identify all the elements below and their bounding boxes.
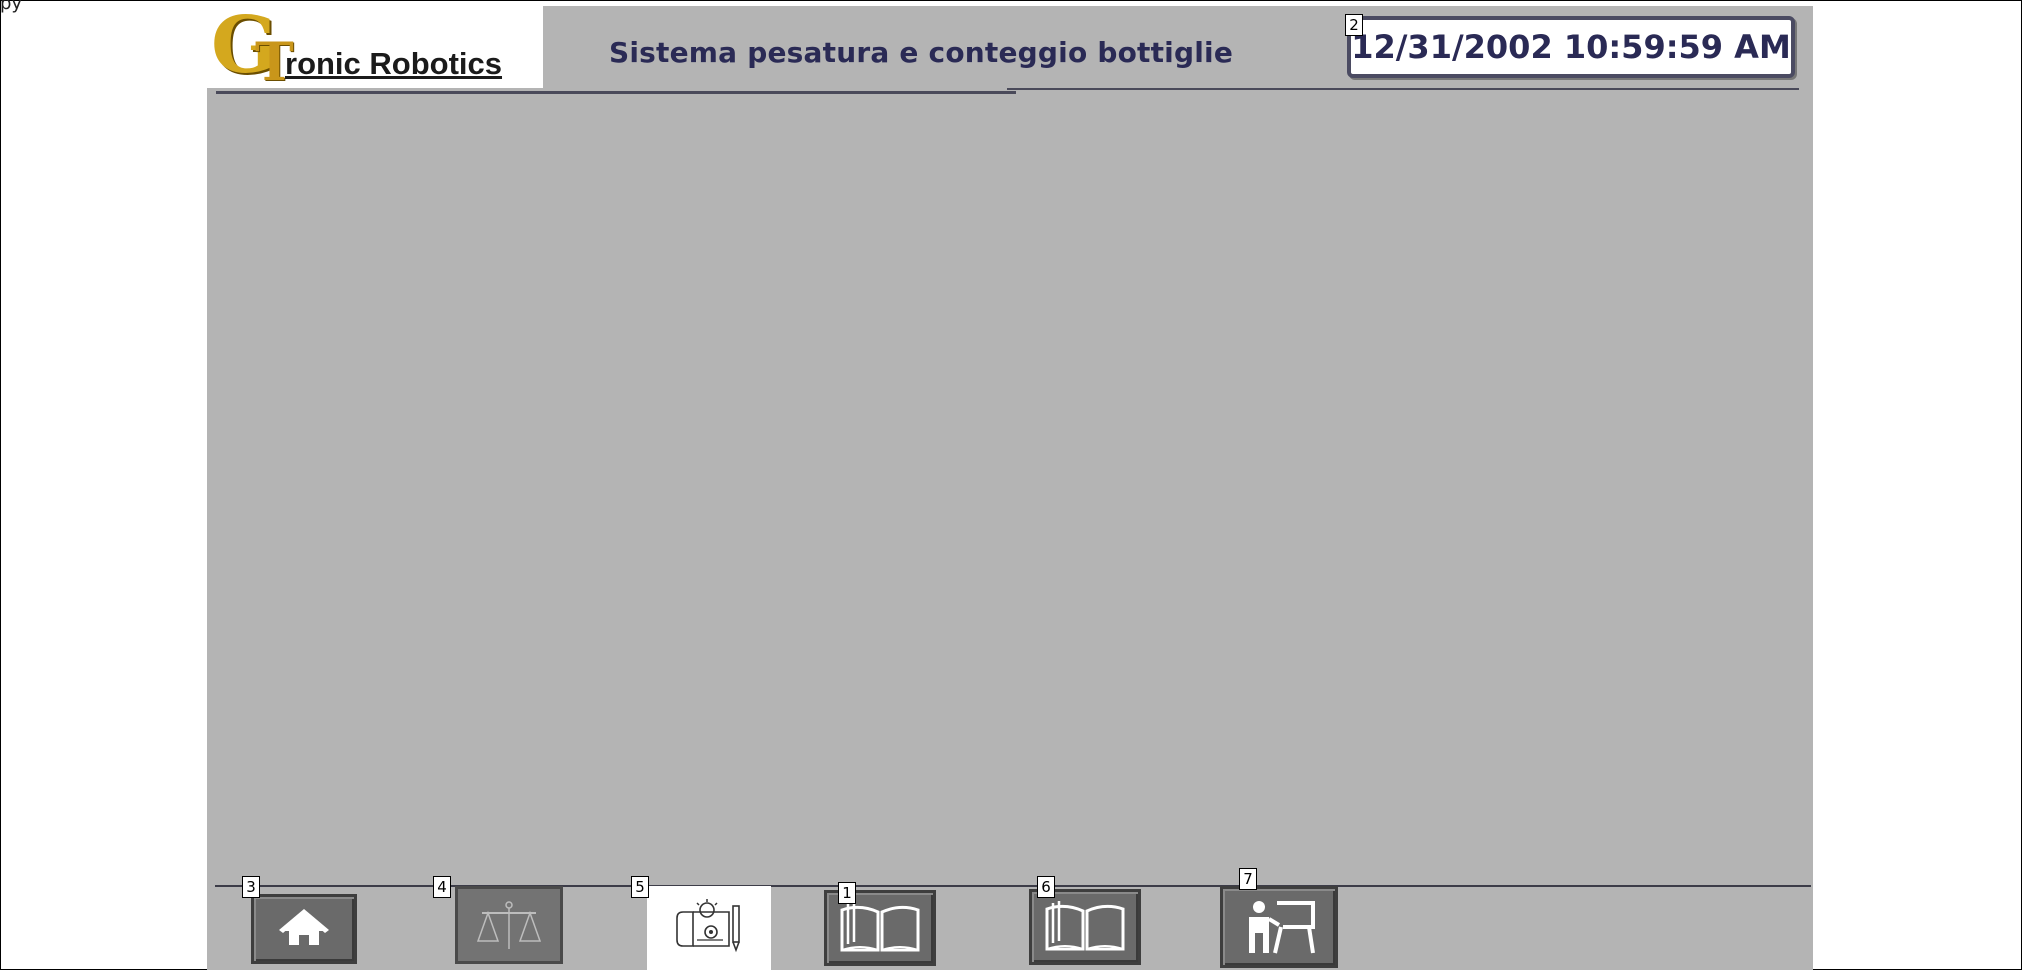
home-icon [279, 909, 329, 945]
home-button[interactable] [251, 894, 357, 964]
scale-icon [476, 901, 542, 949]
home-badge: 3 [242, 876, 260, 898]
book-button-6[interactable] [1029, 889, 1141, 965]
hmi-screen: G T ronic Robotics Sistema pesatura e co… [207, 6, 1813, 970]
company-logo: G T ronic Robotics [207, 6, 543, 93]
book-badge-6: 6 [1037, 876, 1055, 898]
book-badge-1: 1 [838, 882, 856, 904]
teacher-badge: 7 [1239, 868, 1257, 890]
design-ideas-icon [676, 899, 740, 953]
page-title: Sistema pesatura e conteggio bottiglie [609, 36, 1234, 69]
scale-button[interactable] [455, 886, 563, 964]
design-button[interactable] [647, 886, 771, 970]
logo-text: ronic Robotics [285, 46, 503, 81]
book-icon [840, 902, 920, 952]
teacher-button[interactable] [1220, 886, 1338, 968]
book-icon [1045, 901, 1125, 951]
design-badge: 5 [631, 876, 649, 898]
header-divider-left [216, 91, 1016, 94]
cropped-text: py [0, 0, 23, 14]
teacher-icon [1249, 901, 1315, 954]
datetime-badge: 2 [1345, 14, 1363, 36]
datetime-field[interactable]: 12/31/2002 10:59:59 AM [1347, 16, 1795, 78]
header-divider-right [1007, 88, 1799, 90]
scale-badge: 4 [433, 876, 451, 898]
